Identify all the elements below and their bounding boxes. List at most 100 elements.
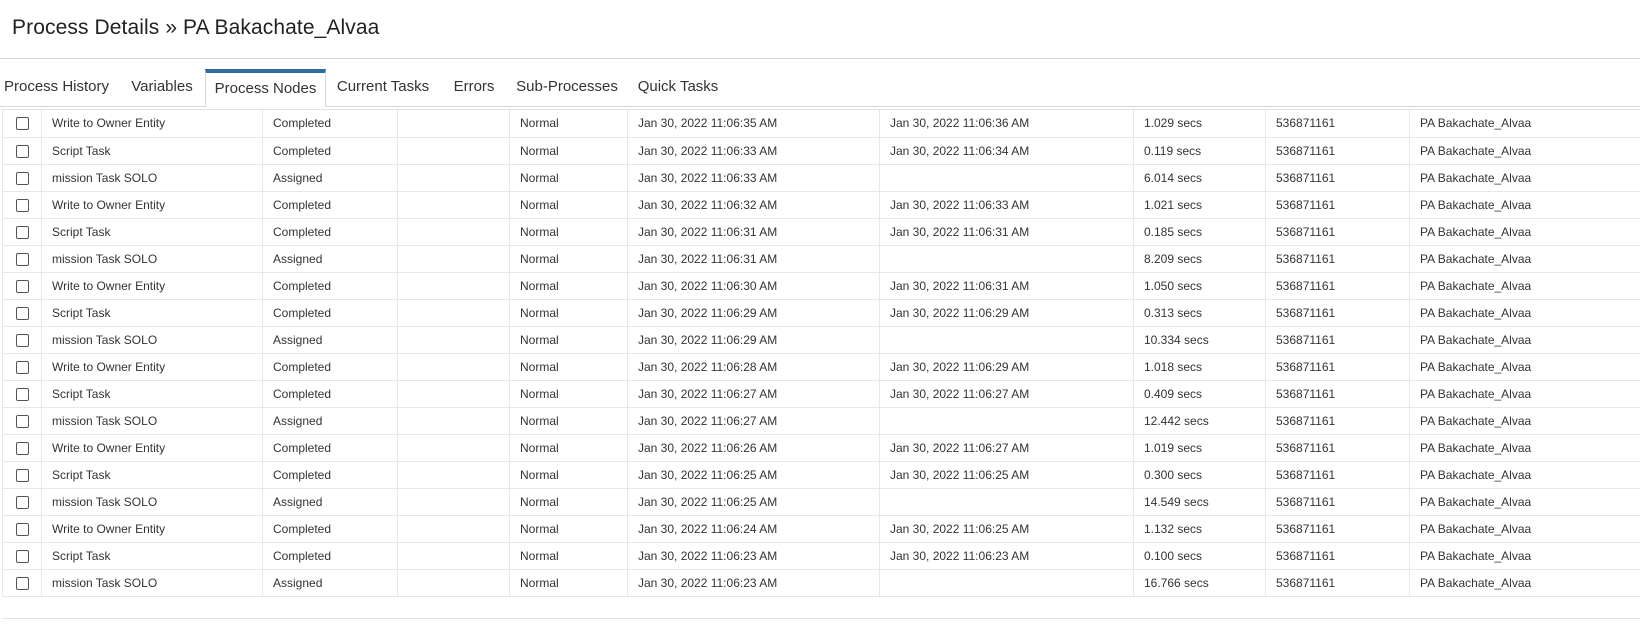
node-name-cell: mission Task SOLO — [41, 407, 263, 435]
duration-cell: 10.334 secs — [1133, 326, 1266, 354]
table-row[interactable]: Script Task Completed Normal Jan 30, 2022 1… — [2, 218, 1640, 246]
start-time-cell: Jan 30, 2022 11:06:32 AM — [627, 191, 880, 219]
node-name-cell: mission Task SOLO — [41, 164, 263, 192]
priority-cell: Normal — [509, 326, 628, 354]
table-row[interactable]: Write to Owner Entity Completed Normal Jan … — [2, 272, 1640, 300]
row-select-cell — [2, 326, 42, 354]
status-cell: Completed — [262, 353, 398, 381]
tab-quick-tasks[interactable]: Quick Tasks — [632, 69, 724, 106]
tab-errors[interactable]: Errors — [445, 69, 503, 106]
page-title: Process Details » PA Bakachate_Alvaa — [12, 16, 380, 39]
tab-variables[interactable]: Variables — [119, 69, 205, 106]
id-cell: 536871161 — [1265, 326, 1410, 354]
id-cell: 536871161 — [1265, 542, 1410, 570]
id-cell: 536871161 — [1265, 353, 1410, 381]
end-time-cell: Jan 30, 2022 11:06:27 AM — [879, 434, 1134, 462]
id-cell: 536871161 — [1265, 569, 1410, 597]
row-checkbox[interactable] — [15, 198, 29, 212]
status-cell: Completed — [262, 218, 398, 246]
table-row[interactable]: Write to Owner Entity Completed Normal Jan … — [2, 434, 1640, 462]
row-checkbox[interactable] — [15, 171, 29, 185]
process-name-cell: PA Bakachate_Alvaa — [1409, 380, 1640, 408]
table-row[interactable]: Script Task Completed Normal Jan 30, 2022 1… — [2, 380, 1640, 408]
table-row[interactable]: Script Task Completed Normal Jan 30, 2022 1… — [2, 542, 1640, 570]
row-select-cell — [2, 299, 42, 327]
tab-current-tasks[interactable]: Current Tasks — [331, 69, 435, 106]
empty-cell — [397, 272, 510, 300]
table-row[interactable]: Script Task Completed Normal Jan 30, 2022 1… — [2, 461, 1640, 489]
end-time-cell — [879, 407, 1134, 435]
priority-cell: Normal — [509, 434, 628, 462]
row-checkbox[interactable] — [15, 576, 29, 590]
process-name-cell: PA Bakachate_Alvaa — [1409, 434, 1640, 462]
row-select-cell — [2, 191, 42, 219]
status-cell: Completed — [262, 515, 398, 543]
start-time-cell: Jan 30, 2022 11:06:29 AM — [627, 299, 880, 327]
node-name-cell: mission Task SOLO — [41, 569, 263, 597]
duration-cell: 0.185 secs — [1133, 218, 1266, 246]
row-checkbox[interactable] — [15, 468, 29, 482]
row-checkbox[interactable] — [15, 360, 29, 374]
duration-cell: 1.050 secs — [1133, 272, 1266, 300]
table-row[interactable]: Write to Owner Entity Completed Normal Jan … — [2, 110, 1640, 138]
row-checkbox[interactable] — [15, 333, 29, 347]
table-row[interactable]: Write to Owner Entity Completed Normal Jan … — [2, 191, 1640, 219]
duration-cell: 0.313 secs — [1133, 299, 1266, 327]
priority-cell: Normal — [509, 407, 628, 435]
id-cell: 536871161 — [1265, 407, 1410, 435]
status-cell: Completed — [262, 110, 398, 138]
priority-cell: Normal — [509, 569, 628, 597]
duration-cell: 0.100 secs — [1133, 542, 1266, 570]
tab-sub-processes[interactable]: Sub-Processes — [514, 69, 620, 106]
table-row[interactable]: Write to Owner Entity Completed Normal Jan … — [2, 515, 1640, 543]
process-name-cell: PA Bakachate_Alvaa — [1409, 488, 1640, 516]
empty-cell — [397, 488, 510, 516]
process-name-cell: PA Bakachate_Alvaa — [1409, 569, 1640, 597]
row-checkbox[interactable] — [15, 387, 29, 401]
table-row[interactable]: mission Task SOLO Assigned Normal Jan 30, 2… — [2, 488, 1640, 516]
empty-cell — [397, 326, 510, 354]
row-select-cell — [2, 407, 42, 435]
tab-process-nodes[interactable]: Process Nodes — [205, 69, 326, 107]
status-cell: Assigned — [262, 164, 398, 192]
row-select-cell — [2, 164, 42, 192]
process-name-cell: PA Bakachate_Alvaa — [1409, 272, 1640, 300]
start-time-cell: Jan 30, 2022 11:06:33 AM — [627, 137, 880, 165]
tab-process-history[interactable]: Process History — [0, 69, 113, 106]
row-checkbox[interactable] — [15, 144, 29, 158]
table-row[interactable]: Script Task Completed Normal Jan 30, 2022 1… — [2, 137, 1640, 165]
table-row[interactable]: mission Task SOLO Assigned Normal Jan 30, 2… — [2, 326, 1640, 354]
row-checkbox[interactable] — [15, 549, 29, 563]
row-checkbox[interactable] — [15, 441, 29, 455]
priority-cell: Normal — [509, 245, 628, 273]
row-checkbox[interactable] — [15, 252, 29, 266]
row-checkbox[interactable] — [15, 306, 29, 320]
priority-cell: Normal — [509, 380, 628, 408]
end-time-cell — [879, 245, 1134, 273]
row-checkbox[interactable] — [15, 414, 29, 428]
table-row[interactable]: mission Task SOLO Assigned Normal Jan 30, 2… — [2, 164, 1640, 192]
table-row[interactable]: mission Task SOLO Assigned Normal Jan 30, 2… — [2, 569, 1640, 597]
table-row[interactable]: mission Task SOLO Assigned Normal Jan 30, 2… — [2, 407, 1640, 435]
duration-cell: 0.300 secs — [1133, 461, 1266, 489]
tab-bar: Process History Variables Process Nodes … — [0, 69, 1640, 107]
row-checkbox[interactable] — [15, 495, 29, 509]
row-checkbox[interactable] — [15, 117, 29, 131]
row-checkbox[interactable] — [15, 279, 29, 293]
table-row[interactable]: mission Task SOLO Assigned Normal Jan 30, 2… — [2, 245, 1640, 273]
row-checkbox[interactable] — [15, 225, 29, 239]
process-name-cell: PA Bakachate_Alvaa — [1409, 164, 1640, 192]
start-time-cell: Jan 30, 2022 11:06:27 AM — [627, 407, 880, 435]
duration-cell: 8.209 secs — [1133, 245, 1266, 273]
priority-cell: Normal — [509, 488, 628, 516]
id-cell: 536871161 — [1265, 515, 1410, 543]
status-cell: Completed — [262, 191, 398, 219]
priority-cell: Normal — [509, 542, 628, 570]
duration-cell: 16.766 secs — [1133, 569, 1266, 597]
row-checkbox[interactable] — [15, 522, 29, 536]
table-row[interactable]: Script Task Completed Normal Jan 30, 2022 1… — [2, 299, 1640, 327]
table-row[interactable]: Write to Owner Entity Completed Normal Jan … — [2, 353, 1640, 381]
id-cell: 536871161 — [1265, 164, 1410, 192]
priority-cell: Normal — [509, 164, 628, 192]
priority-cell: Normal — [509, 461, 628, 489]
